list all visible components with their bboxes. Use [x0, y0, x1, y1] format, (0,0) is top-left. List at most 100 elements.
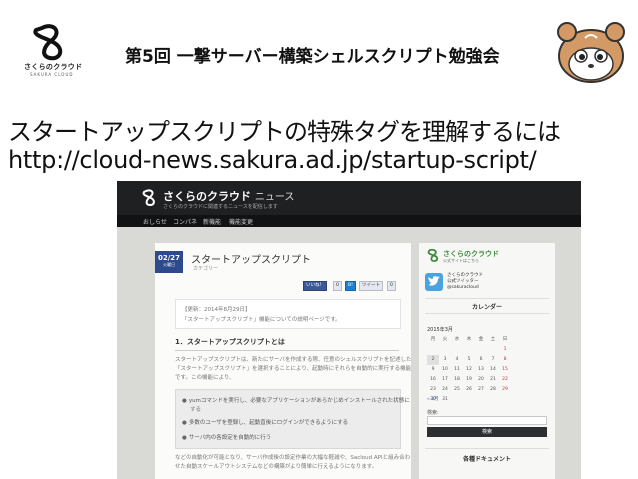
section-heading: 1．スタートアップスクリプトとは — [175, 337, 399, 351]
calendar-day — [451, 345, 463, 355]
weekday: 土 — [490, 337, 496, 342]
calendar-week: 23 24 25 26 27 28 29 — [427, 385, 511, 395]
calendar-day — [487, 395, 499, 405]
calendar-day — [439, 345, 451, 355]
calendar-day — [463, 395, 475, 405]
calendar-day — [475, 395, 487, 405]
feature-item: yumコマンドを実行し、必要なアプリケーションがあらかじめインストールされた状態… — [182, 396, 410, 404]
calendar-day: 27 — [478, 387, 484, 392]
mascot-image — [555, 18, 627, 86]
calendar-weekday-row: 月 火 水 木 金 土 日 — [427, 335, 511, 345]
calendar-day: 3 — [443, 357, 447, 362]
calendar-day: 18 — [454, 377, 460, 382]
calendar-day: 15 — [502, 367, 508, 372]
weekday: 火 — [442, 337, 448, 342]
weekday: 日 — [502, 337, 508, 342]
nav-item-news[interactable]: おしらせ — [143, 217, 167, 226]
post-date-weekday: 火曜日 — [163, 262, 175, 267]
twitter-bird-icon[interactable] — [425, 273, 443, 291]
calendar-day: 25 — [454, 387, 460, 392]
site-title-brand: さくらのクラウド — [163, 190, 251, 203]
calendar-week: 30 31 — [427, 395, 511, 405]
calendar-day — [487, 345, 499, 355]
paragraph-line: せた自動スケールアウトシステムなどの構築がより簡単に行えるようになります。 — [175, 464, 378, 470]
brand-logo-icon[interactable] — [425, 249, 441, 263]
site-nav: おしらせ コンパネ 新機能 機能変更 — [117, 215, 581, 227]
calendar-day[interactable]: 2 — [427, 355, 439, 365]
paragraph-line: スタートアップスクリプトは、新たにサーバを作成する際、任意のシェルスクリプトを記… — [175, 357, 412, 363]
calendar-day: 26 — [466, 387, 472, 392]
docs-heading: 各種ドキュメント — [462, 456, 511, 463]
sakura-cloud-logo: さくらのクラウド SAKURA CLOUD — [22, 22, 92, 80]
website-screenshot: さくらのクラウド ニュース さくらのクラウドに関連するニュースを配信します おし… — [117, 181, 581, 479]
calendar-month: 2015年3月 — [427, 327, 453, 333]
calendar-day: 17 — [442, 377, 448, 382]
site-logo-icon — [142, 189, 155, 207]
search-label: 検索: — [427, 410, 439, 416]
sidebar-divider — [425, 298, 549, 299]
calendar-day: 8 — [503, 357, 507, 362]
twitter-account-text[interactable]: さくらのクラウド 公式ツイッター @sakuracloud — [447, 273, 483, 291]
calendar-day: 7 — [491, 357, 495, 362]
site-header: さくらのクラウド ニュース さくらのクラウドに関連するニュースを配信します — [117, 181, 581, 215]
nav-item-new-features[interactable]: 新機能 — [203, 217, 221, 226]
calendar-day: 14 — [490, 367, 496, 372]
sidebar-divider — [425, 448, 549, 449]
site-tagline: さくらのクラウドに関連するニュースを配信します — [163, 204, 278, 210]
calendar-day: 19 — [466, 377, 472, 382]
calendar-day: 9 — [431, 367, 435, 372]
calendar-week: 1 — [427, 345, 511, 355]
facebook-like-button[interactable]: いいね！ — [303, 281, 327, 291]
calendar-day — [499, 395, 511, 405]
calendar-day: 5 — [467, 357, 471, 362]
calendar-day: 13 — [478, 367, 484, 372]
post-category[interactable]: カテゴリー — [193, 265, 218, 272]
calendar-day — [427, 345, 439, 355]
nav-item-changes[interactable]: 機能変更 — [229, 217, 253, 226]
calendar-day: 4 — [455, 357, 459, 362]
post-date-badge: 02/27 火曜日 — [155, 251, 183, 273]
search-button[interactable]: 検索 — [427, 427, 547, 437]
post-date-day: 02/27 — [157, 254, 181, 262]
feature-item: 多数のユーザを登録し、起動直後にログインができるようにする — [182, 418, 348, 426]
calendar-day: 20 — [478, 377, 484, 382]
logo-text: さくらのクラウド — [24, 63, 83, 71]
feature-item-continuation: する — [190, 407, 202, 413]
calendar-day: 16 — [430, 377, 436, 382]
startup-script-url[interactable]: http://cloud-news.sakura.ad.jp/startup-s… — [8, 146, 537, 174]
sidebar-divider — [425, 313, 549, 314]
hamster-mascot-icon — [557, 22, 625, 83]
slide-title: 第5回 一撃サーバー構築シェルスクリプト勉強会 — [125, 47, 500, 67]
sidebar: さくらのクラウド 公式サイトはこちら さくらのクラウド 公式ツイッター @sak… — [419, 243, 555, 479]
calendar-day — [475, 345, 487, 355]
calendar-prev-month-link[interactable]: « 2月 — [427, 396, 439, 402]
calendar-grid: 月 火 水 木 金 土 日 1 2 3 4 5 6 7 8 9 10 11 12… — [427, 335, 511, 405]
tweet-count: 0 — [387, 281, 396, 291]
calendar-week: 9 10 11 12 13 14 15 — [427, 365, 511, 375]
calendar-day: 11 — [454, 367, 460, 372]
logo-subtext: SAKURA CLOUD — [30, 72, 74, 77]
weekday: 水 — [454, 337, 460, 342]
nav-item-control-panel[interactable]: コンパネ — [173, 217, 197, 226]
calendar-heading: カレンダー — [471, 304, 502, 311]
sidebar-brand-sub: 公式サイトはこちら — [443, 258, 479, 263]
update-description: 「スタートアップスクリプト」機能についての説明ページです。 — [182, 317, 341, 323]
calendar-day: 10 — [442, 367, 448, 372]
feature-list: yumコマンドを実行し、必要なアプリケーションがあらかじめインストールされた状態… — [175, 389, 410, 449]
calendar-day: 1 — [503, 347, 507, 352]
calendar-day — [451, 395, 463, 405]
hatena-bookmark-button[interactable]: B! — [345, 281, 356, 291]
like-count: 0 — [333, 281, 342, 291]
weekday: 金 — [478, 337, 484, 342]
calendar-week: 2 3 4 5 6 7 8 — [427, 355, 511, 365]
cloud-loop-icon — [33, 24, 63, 61]
post-article: 02/27 火曜日 スタートアップスクリプト カテゴリー いいね！ 0 B! ツ… — [155, 243, 411, 479]
search-input[interactable] — [427, 416, 547, 425]
site-title[interactable]: さくらのクラウド ニュース — [163, 188, 294, 204]
calendar-day: 23 — [430, 387, 436, 392]
calendar-day: 24 — [442, 387, 448, 392]
tweet-button[interactable]: ツイート — [359, 281, 383, 291]
feature-item: サーバ内の各設定を自動的に行う — [182, 433, 271, 441]
post-title[interactable]: スタートアップスクリプト — [191, 251, 311, 266]
calendar-day: 12 — [466, 367, 472, 372]
